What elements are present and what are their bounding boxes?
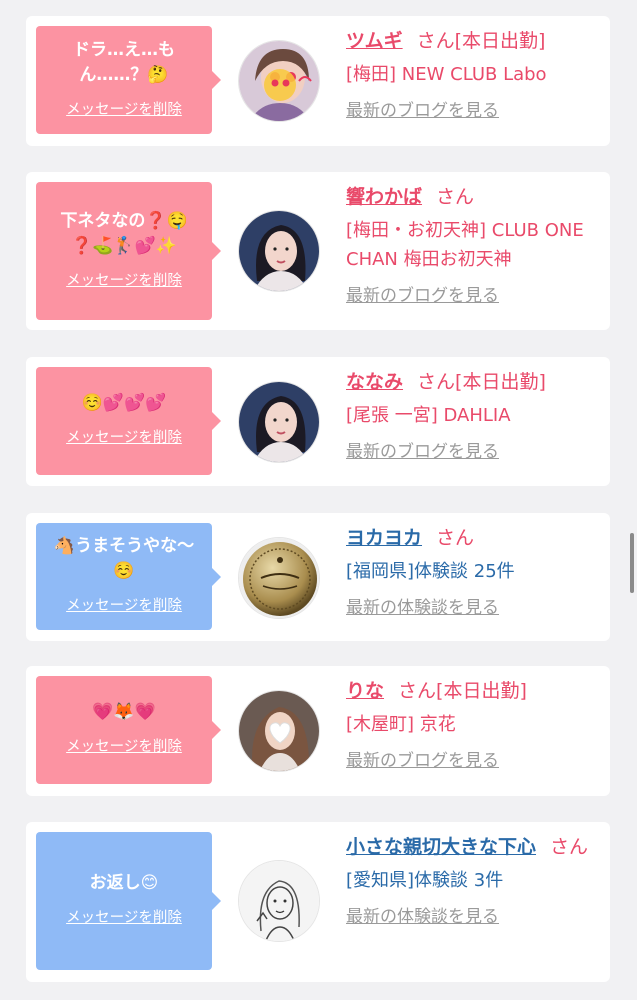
name-line: ヨカヨカ さん: [346, 525, 604, 551]
delete-message-link[interactable]: メッセージを削除: [66, 269, 182, 290]
woman-photo-heart-face-icon[interactable]: [238, 690, 320, 772]
shop-info: [木屋町] 京花: [346, 714, 456, 735]
honorific: さん: [436, 527, 475, 549]
message-list: ドラ…え…も ん……？🤔 メッセージを削除 ツムギ さん[本日出勤] [梅田] NEW …: [0, 0, 637, 1000]
latest-post-link[interactable]: 最新のブログを見る: [346, 749, 604, 773]
profile-info: ななみ さん[本日出勤] [尾張 一宮] DAHLIA 最新のブログを見る: [346, 369, 604, 464]
message-text: 下ネタなの❓🤤 ❓⛳🏌💕✨: [60, 210, 188, 256]
message-bubble: ドラ…え…も ん……？🤔 メッセージを削除: [36, 26, 221, 134]
message-bubble: ☺️💕💕💕 メッセージを削除: [36, 367, 221, 475]
message-card: ☺️💕💕💕 メッセージを削除 ななみ さん[本日出勤] [尾張 一宮] DAHLIA 最新…: [26, 357, 610, 486]
name-line: 響わかば さん: [346, 184, 604, 210]
shop-info: [愛知県]体験談 3件: [346, 870, 504, 891]
name-line: りな さん[本日出勤]: [346, 678, 604, 704]
woman-photo-icon[interactable]: [238, 381, 320, 463]
latest-post-link[interactable]: 最新のブログを見る: [346, 99, 604, 123]
profile-info: ヨカヨカ さん [福岡県]体験談 25件最新の体験談を見る: [346, 525, 604, 620]
shop-info: [福岡県]体験談 25件: [346, 561, 515, 582]
attendance-status: [本日出勤]: [454, 30, 546, 52]
message-card: ドラ…え…も ん……？🤔 メッセージを削除 ツムギ さん[本日出勤] [梅田] NEW …: [26, 16, 610, 146]
honorific: さん: [417, 371, 456, 393]
profile-name-link[interactable]: 響わかば: [346, 186, 422, 208]
delete-message-link[interactable]: メッセージを削除: [66, 594, 182, 615]
coin-medal-icon[interactable]: [238, 537, 320, 619]
message-card: 💗🦊💗 メッセージを削除 りな さん[本日出勤] [木屋町] 京花最新のブログを見る: [26, 666, 610, 796]
profile-info: 響わかば さん [梅田・お初天神] CLUB ONE CHAN 梅田お初天神最新のブ…: [346, 184, 604, 308]
shop-info: [梅田・お初天神] CLUB ONE CHAN 梅田お初天神: [346, 220, 584, 270]
message-card: お返し😊 メッセージを削除 小さな親切大きな下心 さん [愛知県]体験談 3件最新の体験…: [26, 822, 610, 982]
woman-photo-heart-eyes-icon[interactable]: [238, 40, 320, 122]
honorific: さん: [398, 680, 437, 702]
message-text: ドラ…え…も ん……？🤔: [73, 39, 175, 85]
profile-name-link[interactable]: りな: [346, 680, 384, 702]
message-bubble: 下ネタなの❓🤤 ❓⛳🏌💕✨ メッセージを削除: [36, 182, 221, 320]
message-bubble: 🐴うまそうやな〜 ☺️ メッセージを削除: [36, 523, 221, 630]
profile-info: ツムギ さん[本日出勤] [梅田] NEW CLUB Labo 最新のブログを見る: [346, 28, 604, 123]
profile-info: りな さん[本日出勤] [木屋町] 京花最新のブログを見る: [346, 678, 604, 773]
scrollbar[interactable]: [630, 533, 634, 593]
message-bubble: 💗🦊💗 メッセージを削除: [36, 676, 221, 784]
woman-photo-icon[interactable]: [238, 210, 320, 292]
delete-message-link[interactable]: メッセージを削除: [66, 98, 182, 119]
honorific: さん: [416, 30, 455, 52]
attendance-status: [本日出勤]: [436, 680, 527, 702]
delete-message-link[interactable]: メッセージを削除: [66, 735, 182, 756]
top-bar: [0, 0, 637, 8]
message-bubble: お返し😊 メッセージを削除: [36, 832, 221, 970]
message-text: 💗🦊💗: [92, 702, 156, 722]
message-card: 下ネタなの❓🤤 ❓⛳🏌💕✨ メッセージを削除 響わかば さん [梅田・お初天神] CLU…: [26, 172, 610, 330]
message-card: 🐴うまそうやな〜 ☺️ メッセージを削除 ヨカヨカ さん [福岡県]体験談 25件最新の…: [26, 513, 610, 641]
latest-post-link[interactable]: 最新の体験談を見る: [346, 596, 604, 620]
message-text: 🐴うまそうやな〜 ☺️: [53, 536, 195, 581]
delete-message-link[interactable]: メッセージを削除: [66, 426, 182, 447]
profile-name-link[interactable]: ヨカヨカ: [346, 527, 422, 549]
profile-info: 小さな親切大きな下心 さん [愛知県]体験談 3件最新の体験談を見る: [346, 834, 604, 929]
profile-name-link[interactable]: 小さな親切大きな下心: [346, 836, 536, 858]
attendance-status: [本日出勤]: [455, 371, 546, 393]
message-text: お返し😊: [89, 873, 159, 893]
latest-post-link[interactable]: 最新のブログを見る: [346, 440, 604, 464]
honorific: さん: [550, 836, 589, 858]
name-line: ななみ さん[本日出勤]: [346, 369, 604, 395]
latest-post-link[interactable]: 最新の体験談を見る: [346, 905, 604, 929]
shop-info: [梅田] NEW CLUB Labo: [346, 64, 547, 85]
profile-name-link[interactable]: ツムギ: [346, 30, 403, 52]
latest-post-link[interactable]: 最新のブログを見る: [346, 284, 604, 308]
delete-message-link[interactable]: メッセージを削除: [66, 906, 182, 927]
shop-info: [尾張 一宮] DAHLIA: [346, 405, 511, 426]
name-line: ツムギ さん[本日出勤]: [346, 28, 604, 54]
message-text: ☺️💕💕💕: [81, 393, 167, 413]
name-line: 小さな親切大きな下心 さん: [346, 834, 604, 860]
sketch-drawing-icon[interactable]: [238, 860, 320, 942]
profile-name-link[interactable]: ななみ: [346, 371, 403, 393]
honorific: さん: [436, 186, 475, 208]
